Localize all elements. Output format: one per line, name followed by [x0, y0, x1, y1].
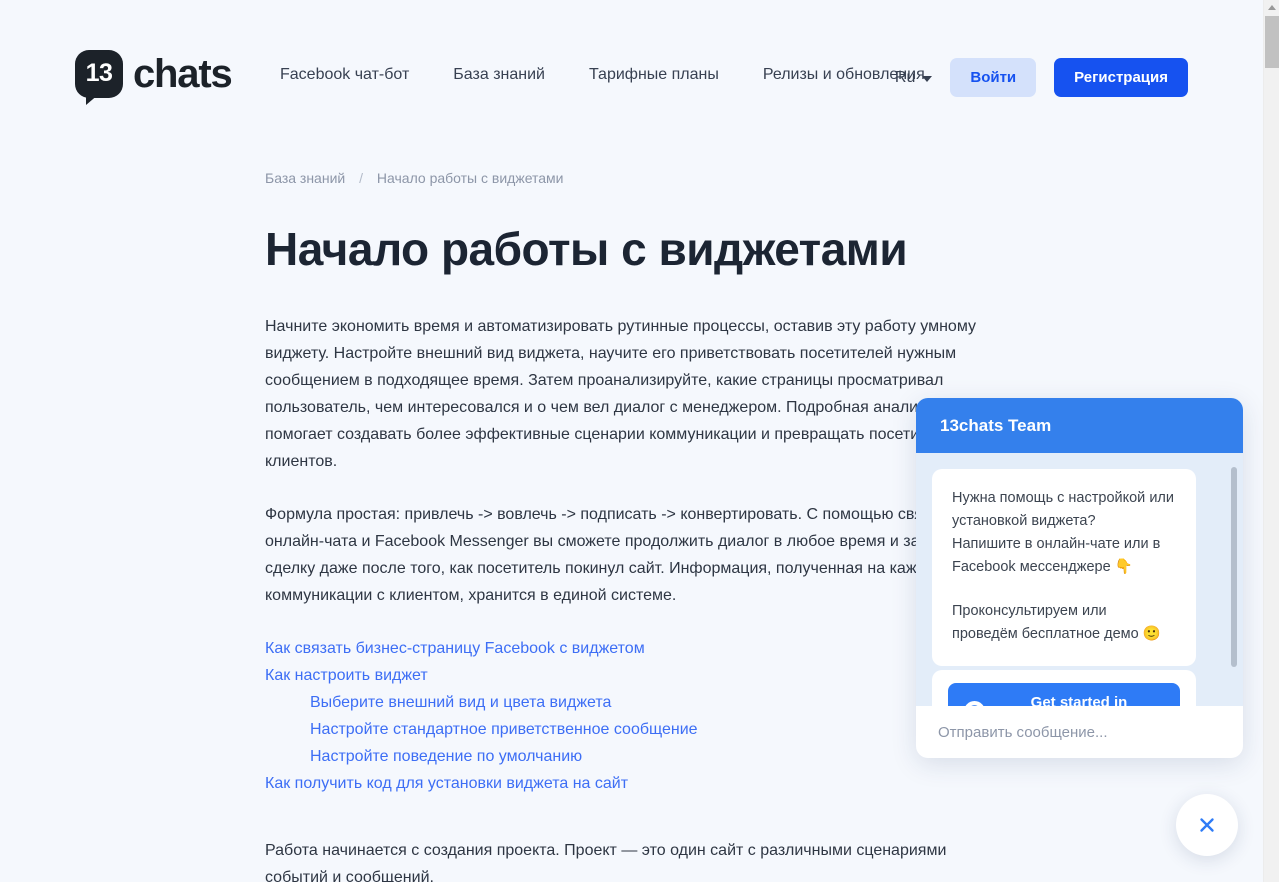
- logo-badge-text: 13: [85, 58, 113, 87]
- chat-widget: 13chats Team Нужна помощь с настройкой и…: [916, 398, 1243, 758]
- article-link-install-code[interactable]: Как получить код для установки виджета н…: [265, 770, 995, 797]
- chat-message-line-2: установкой виджета?: [952, 513, 1096, 529]
- chat-message-line-3: Напишите в онлайн-чате или в: [952, 536, 1161, 552]
- nav-item-knowledge-base[interactable]: База знаний: [453, 66, 545, 84]
- register-button[interactable]: Регистрация: [1054, 58, 1188, 97]
- logo-wordmark: chats: [133, 51, 233, 96]
- chat-message-text-secondary: Проконсультируем или проведём бесплатное…: [952, 600, 1176, 646]
- breadcrumb-parent-link[interactable]: База знаний: [265, 170, 345, 186]
- article-link-configure-widget[interactable]: Как настроить виджет: [265, 662, 995, 689]
- login-button[interactable]: Войти: [950, 58, 1037, 97]
- article-link-choose-appearance[interactable]: Выберите внешний вид и цвета виджета: [265, 689, 995, 716]
- article-paragraph-3: Работа начинается с создания проекта. Пр…: [265, 841, 947, 882]
- chat-close-button[interactable]: [1176, 794, 1238, 856]
- article-link-list: Как связать бизнес-страницу Facebook с в…: [265, 635, 995, 797]
- article-link-default-greeting[interactable]: Настройте стандартное приветственное соо…: [265, 716, 995, 743]
- browser-scrollbar[interactable]: [1263, 0, 1279, 882]
- chat-message-line-5: Проконсультируем или: [952, 603, 1107, 619]
- header-actions: Ru Войти Регистрация: [895, 58, 1188, 97]
- main-nav: Facebook чат-бот База знаний Тарифные пл…: [280, 66, 925, 84]
- page-root: 13 chats Facebook чат-бот База знаний Та…: [0, 0, 1263, 882]
- chat-message-line-4: Facebook мессенджере 👇: [952, 559, 1133, 575]
- breadcrumb-separator: /: [359, 170, 364, 186]
- breadcrumb-current: Начало работы с виджетами: [376, 170, 564, 186]
- page-title: Начало работы с виджетами: [265, 223, 908, 275]
- article-link-connect-facebook-page[interactable]: Как связать бизнес-страницу Facebook с в…: [265, 635, 995, 662]
- chat-scrollbar-thumb[interactable]: [1231, 467, 1237, 667]
- scroll-up-arrow-icon[interactable]: [1267, 5, 1276, 10]
- article-paragraph-1: Начните экономить время и автоматизирова…: [265, 317, 976, 470]
- language-label: Ru: [894, 68, 916, 86]
- article-link-default-behavior[interactable]: Настройте поведение по умолчанию: [265, 743, 995, 770]
- article-paragraph-2: Формула простая: привлечь -> вовлечь -> …: [265, 505, 992, 604]
- site-header: 13 chats Facebook чат-бот База знаний Та…: [0, 0, 1263, 132]
- chevron-down-icon: [922, 75, 933, 82]
- article-content: База знаний / Начало работы с виджетами …: [265, 170, 995, 882]
- messenger-button-label: Get started in Messenger: [1030, 694, 1128, 706]
- chat-widget-title: 13chats Team: [940, 415, 1052, 435]
- close-icon: [1200, 818, 1214, 832]
- browser-scrollbar-thumb[interactable]: [1265, 16, 1279, 68]
- nav-item-pricing[interactable]: Тарифные планы: [589, 66, 719, 84]
- language-selector[interactable]: Ru: [894, 68, 933, 87]
- chat-widget-header: 13chats Team: [916, 398, 1243, 453]
- chat-message-bubble: Нужна помощь с настройкой или установкой…: [932, 469, 1196, 666]
- chat-widget-body: Нужна помощь с настройкой или установкой…: [916, 453, 1243, 706]
- logo-bubble-icon: 13: [75, 50, 123, 105]
- site-logo[interactable]: 13 chats: [75, 50, 233, 105]
- chat-widget-footer: [916, 706, 1243, 758]
- chat-action-card: Get started in Messenger: [932, 670, 1196, 706]
- breadcrumb: База знаний / Начало работы с виджетами: [265, 170, 995, 186]
- chat-message-input[interactable]: [938, 723, 1221, 741]
- chat-message-line-1: Нужна помощь с настройкой или: [952, 490, 1174, 506]
- nav-item-facebook-bot[interactable]: Facebook чат-бот: [280, 66, 409, 84]
- chat-message-text-primary: Нужна помощь с настройкой или установкой…: [952, 487, 1176, 579]
- chat-message-line-6: проведём бесплатное демо 🙂: [952, 626, 1161, 642]
- get-started-in-messenger-button[interactable]: Get started in Messenger: [948, 683, 1180, 706]
